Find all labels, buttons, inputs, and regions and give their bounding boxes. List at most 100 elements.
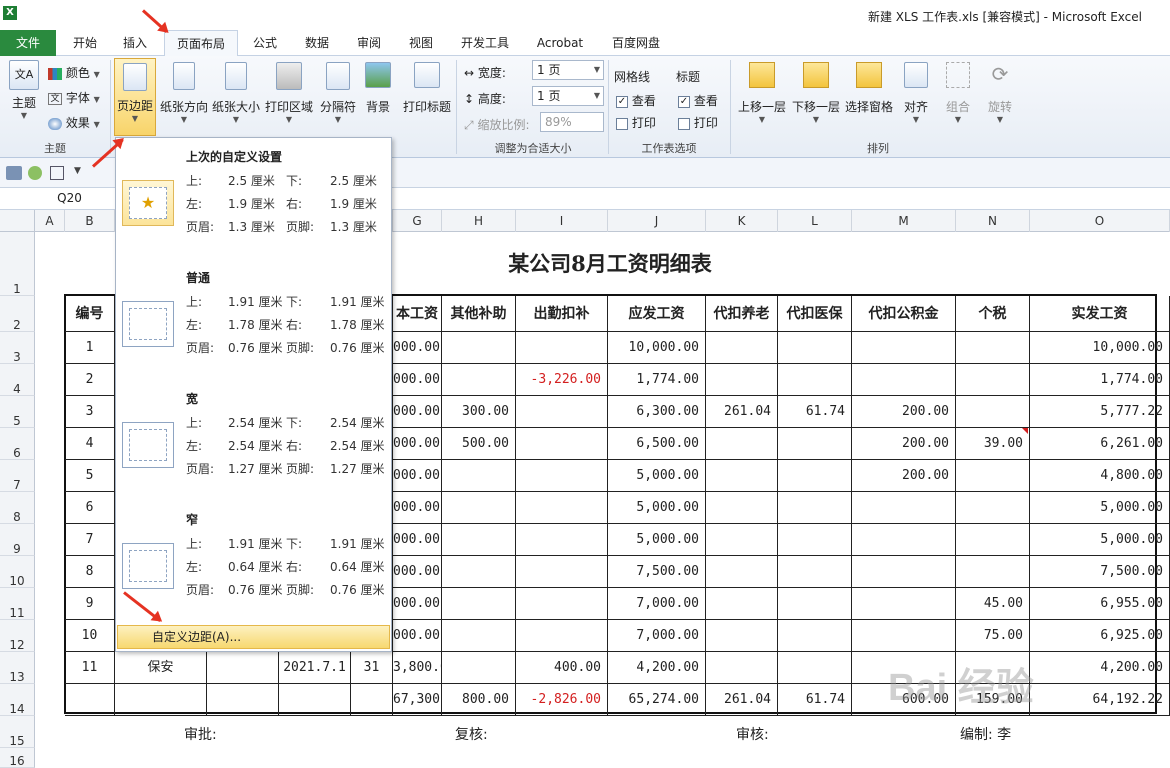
column-header-b[interactable]: B	[65, 210, 115, 232]
tab-home[interactable]: 开始	[62, 30, 108, 56]
table-cell[interactable]: 2	[65, 364, 115, 396]
row-header-12[interactable]: 12	[0, 620, 35, 652]
header-cell-o[interactable]: 实发工资	[1030, 296, 1170, 332]
table-cell[interactable]	[706, 620, 778, 652]
select-all-corner[interactable]	[0, 210, 35, 232]
table-cell[interactable]	[956, 460, 1030, 492]
row-header-2[interactable]: 2	[0, 296, 35, 332]
theme-colors-button[interactable]: 颜色 ▼	[48, 64, 100, 81]
save-icon[interactable]	[6, 166, 22, 180]
margin-preset-2[interactable]: 宽上: 2.54 厘米 下: 2.54 厘米 左: 2.54 厘米 右: 2.54 厘米 页眉:…	[116, 388, 391, 498]
table-cell[interactable]: 6,500.00	[608, 428, 706, 460]
breaks-button[interactable]: 分隔符 ▼	[318, 60, 358, 124]
scale-spinner[interactable]: 89%	[540, 112, 604, 132]
table-cell[interactable]	[706, 492, 778, 524]
tab-data[interactable]: 数据	[294, 30, 340, 56]
theme-fonts-button[interactable]: 文 字体 ▼	[48, 89, 100, 106]
tab-baidu-netdisk[interactable]: 百度网盘	[600, 30, 672, 56]
table-cell[interactable]: 7,000.00	[608, 588, 706, 620]
row-header-8[interactable]: 8	[0, 492, 35, 524]
margin-preset-3[interactable]: 窄上: 1.91 厘米 下: 1.91 厘米 左: 0.64 厘米 右: 0.64 厘米 页眉:…	[116, 509, 391, 619]
excel-app-icon[interactable]: X	[3, 6, 17, 20]
row-header-13[interactable]: 13	[0, 652, 35, 684]
row-header-4[interactable]: 4	[0, 364, 35, 396]
refresh-icon[interactable]	[28, 166, 42, 180]
headings-view-checkbox[interactable]: ✓ 查看	[678, 92, 718, 109]
table-cell[interactable]	[956, 524, 1030, 556]
gridlines-print-checkbox[interactable]: 打印	[616, 114, 656, 131]
total-cell[interactable]	[279, 684, 351, 716]
table-cell[interactable]	[778, 460, 852, 492]
table-cell[interactable]	[852, 556, 956, 588]
table-cell[interactable]	[706, 428, 778, 460]
row-header-15[interactable]: 15	[0, 716, 35, 748]
table-cell[interactable]: 7,500.00	[608, 556, 706, 588]
table-cell[interactable]: 000.00	[393, 428, 442, 460]
table-cell[interactable]: 6,925.00	[1030, 620, 1170, 652]
bring-forward-button[interactable]: 上移一层 ▼	[736, 60, 788, 124]
table-cell[interactable]: 300.00	[442, 396, 516, 428]
table-cell[interactable]	[442, 524, 516, 556]
table-cell[interactable]	[778, 332, 852, 364]
table-cell[interactable]	[956, 396, 1030, 428]
themes-button[interactable]: 文A 主题 ▼	[4, 60, 44, 120]
tab-acrobat[interactable]: Acrobat	[530, 30, 590, 56]
table-cell[interactable]: 400.00	[516, 652, 608, 684]
total-cell[interactable]	[65, 684, 115, 716]
column-header-n[interactable]: N	[956, 210, 1030, 232]
table-cell[interactable]: 39.00	[956, 428, 1030, 460]
header-cell-m[interactable]: 代扣公积金	[852, 296, 956, 332]
table-cell[interactable]	[516, 620, 608, 652]
table-cell[interactable]: 75.00	[956, 620, 1030, 652]
table-cell[interactable]	[778, 364, 852, 396]
table-cell[interactable]: 3,800.00	[393, 652, 442, 684]
height-select[interactable]: 1 页 ▼	[532, 86, 604, 106]
total-cell[interactable]: 65,274.00	[608, 684, 706, 716]
tab-view[interactable]: 视图	[398, 30, 444, 56]
row-header-3[interactable]: 3	[0, 332, 35, 364]
table-cell[interactable]	[516, 588, 608, 620]
row-header-1[interactable]: 1	[0, 232, 35, 296]
tab-formulas[interactable]: 公式	[244, 30, 286, 56]
table-cell[interactable]	[516, 332, 608, 364]
table-cell[interactable]: 10,000.00	[1030, 332, 1170, 364]
table-cell[interactable]	[706, 588, 778, 620]
comment-indicator-icon[interactable]	[1022, 428, 1028, 434]
print-area-button[interactable]: 打印区域 ▼	[264, 60, 314, 124]
table-cell[interactable]: 45.00	[956, 588, 1030, 620]
print-preview-icon[interactable]	[50, 166, 64, 180]
table-cell[interactable]: 9	[65, 588, 115, 620]
table-cell[interactable]: 10,000.00	[608, 332, 706, 364]
table-cell[interactable]: 000.00	[393, 556, 442, 588]
table-cell[interactable]	[706, 524, 778, 556]
table-cell[interactable]: 4	[65, 428, 115, 460]
row-header-10[interactable]: 10	[0, 556, 35, 588]
table-cell[interactable]	[516, 460, 608, 492]
table-cell[interactable]: 10	[65, 620, 115, 652]
size-button[interactable]: 纸张大小 ▼	[212, 60, 260, 124]
table-cell[interactable]	[852, 332, 956, 364]
total-cell[interactable]	[351, 684, 393, 716]
row-header-7[interactable]: 7	[0, 460, 35, 492]
table-cell[interactable]	[442, 492, 516, 524]
table-cell[interactable]	[207, 652, 279, 684]
total-cell[interactable]: 61.74	[778, 684, 852, 716]
table-cell[interactable]: 61.74	[778, 396, 852, 428]
table-cell[interactable]: 000.00	[393, 332, 442, 364]
custom-margins-button[interactable]: 自定义边距(A)...	[117, 625, 390, 649]
table-cell[interactable]: 000.00	[393, 620, 442, 652]
table-cell[interactable]	[516, 556, 608, 588]
row-header-14[interactable]: 14	[0, 684, 35, 716]
table-cell[interactable]: 5,000.00	[608, 524, 706, 556]
table-cell[interactable]: 5,000.00	[608, 460, 706, 492]
table-cell[interactable]: 5,777.22	[1030, 396, 1170, 428]
margin-preset-1[interactable]: 普通 上: 1.91 厘米 下: 1.91 厘米 左: 1.78 厘米 右: 1.78 厘米 页眉…	[116, 267, 391, 377]
table-cell[interactable]	[778, 620, 852, 652]
table-cell[interactable]: 261.04	[706, 396, 778, 428]
tab-review[interactable]: 审阅	[346, 30, 392, 56]
table-cell[interactable]: 1,774.00	[1030, 364, 1170, 396]
group-button[interactable]: 组合 ▼	[940, 60, 976, 124]
table-cell[interactable]: 7,500.00	[1030, 556, 1170, 588]
table-cell[interactable]: 500.00	[442, 428, 516, 460]
table-cell[interactable]	[516, 492, 608, 524]
